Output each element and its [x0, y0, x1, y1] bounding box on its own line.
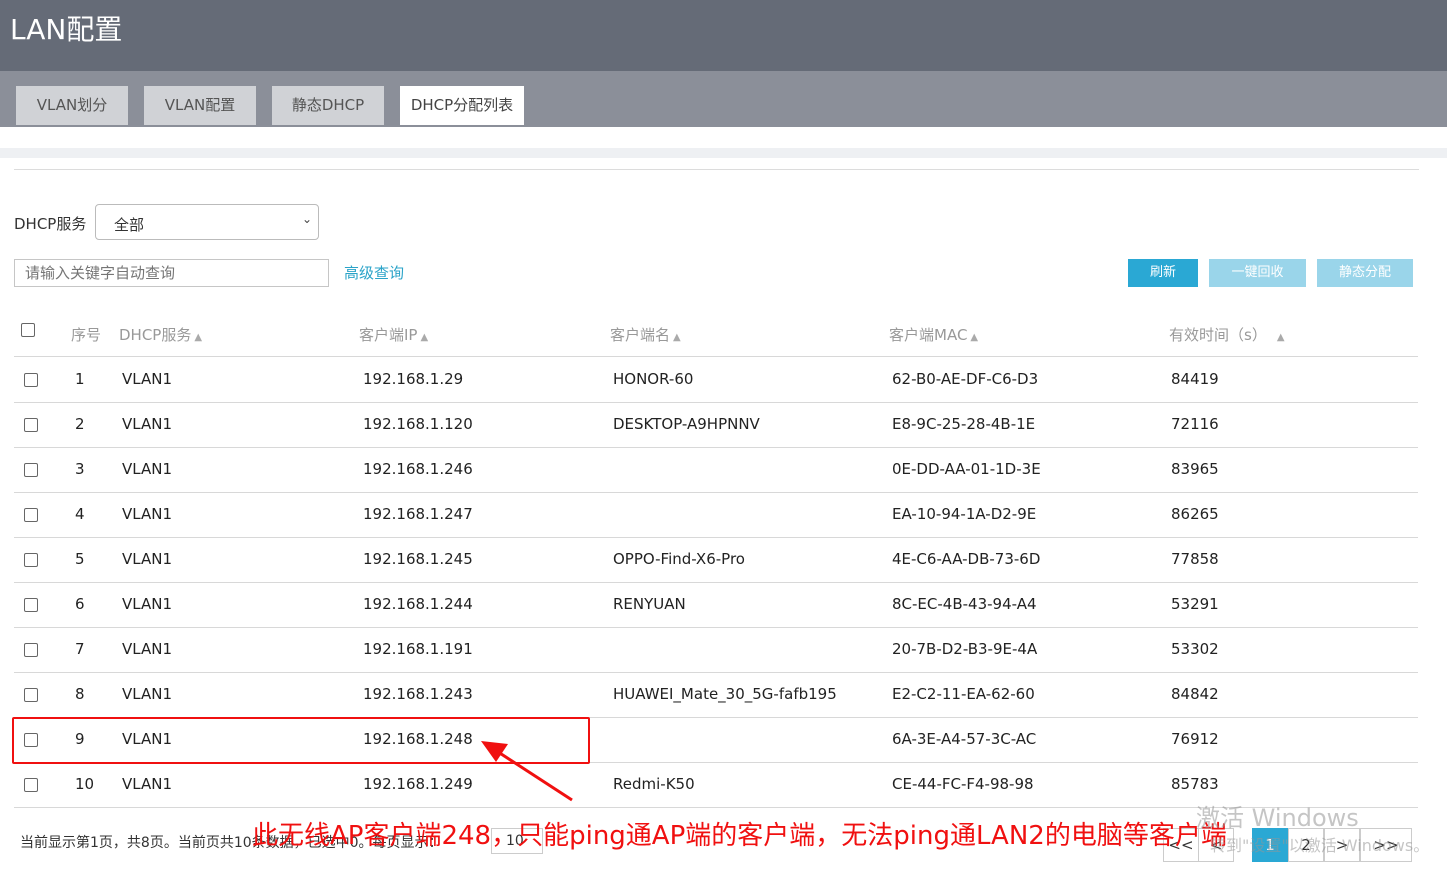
windows-activation-watermark-hint: 转到"设置"以激活 Windows。	[1210, 836, 1430, 855]
annotation-arrow-icon	[481, 741, 573, 802]
annotation-text: 此无线AP客户端248，只能ping通AP端的客户端，无法ping通LAN2的电…	[252, 821, 1227, 851]
windows-activation-watermark-title: 激活 Windows	[1196, 804, 1359, 832]
